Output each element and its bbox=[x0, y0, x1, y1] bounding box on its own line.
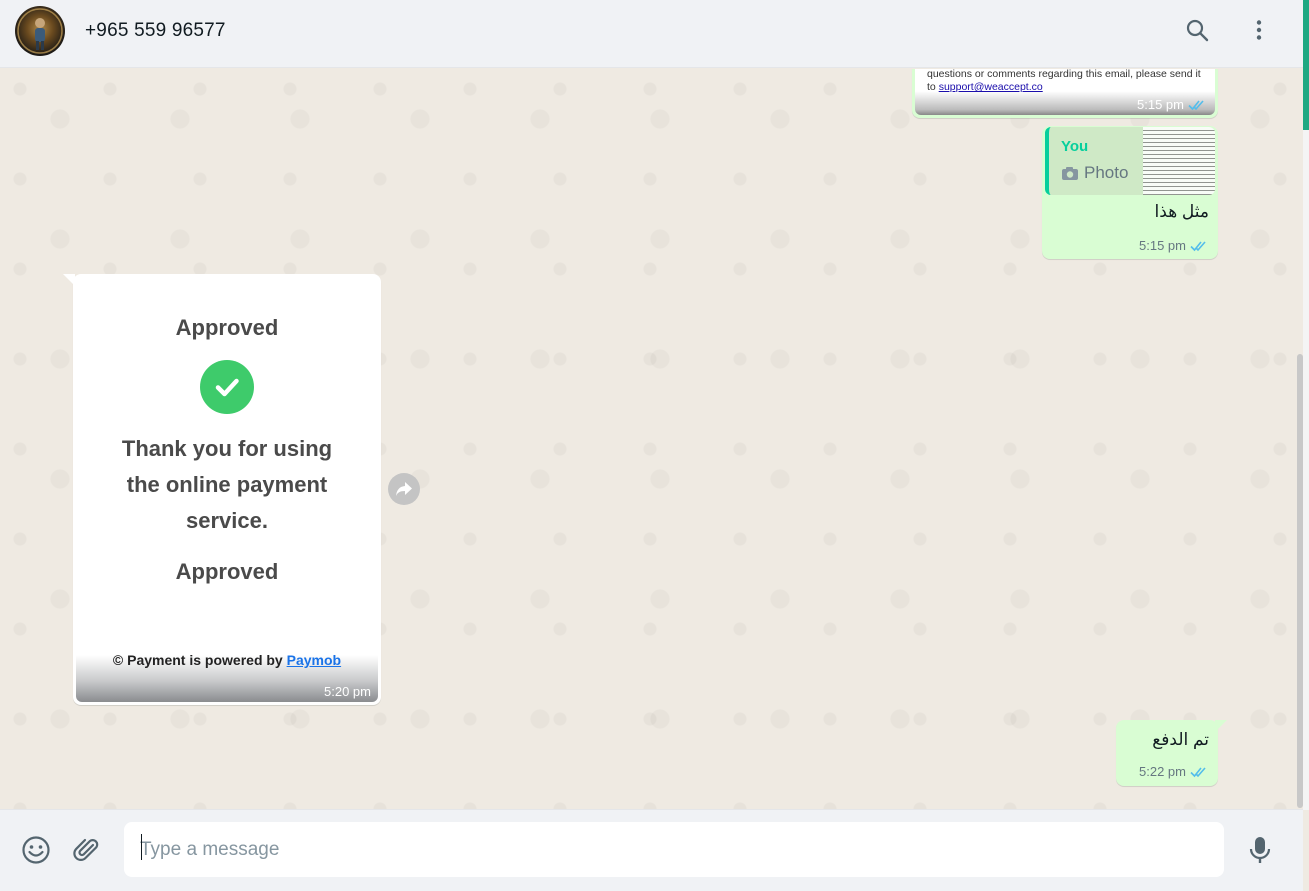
message-meta: 5:22 pm bbox=[1139, 764, 1208, 779]
camera-icon bbox=[1062, 166, 1078, 180]
mic-icon[interactable] bbox=[1243, 833, 1277, 867]
receipt-footer-link: Paymob bbox=[286, 652, 342, 668]
emoji-icon[interactable] bbox=[19, 833, 53, 867]
message-text: مثل هذا bbox=[1154, 202, 1209, 221]
forward-icon[interactable] bbox=[388, 473, 420, 505]
scrollbar-thumb[interactable] bbox=[1297, 354, 1303, 808]
bubble-tail bbox=[63, 274, 75, 286]
attach-icon[interactable] bbox=[70, 833, 104, 867]
text-caret bbox=[141, 834, 142, 860]
message-bubble-outgoing-reply[interactable]: You Photo مثل هذا 5:15 pm bbox=[1042, 126, 1218, 259]
message-time: 5:15 pm bbox=[1139, 238, 1186, 253]
contact-name[interactable]: +965 559 96577 bbox=[85, 20, 226, 42]
check-icon bbox=[200, 360, 254, 414]
scroll-accent bbox=[1303, 0, 1309, 130]
receipt-message: Thank you for using the online payment s… bbox=[121, 436, 333, 533]
scrollbar-track bbox=[1303, 130, 1309, 810]
chat-header: +965 559 96577 bbox=[0, 0, 1303, 68]
quoted-kind-label: Photo bbox=[1084, 163, 1129, 182]
message-composer bbox=[0, 809, 1303, 891]
whatsapp-chat-window: +965 559 96577 questions or comments reg… bbox=[0, 0, 1309, 891]
quoted-photo-thumbnail bbox=[1143, 127, 1215, 195]
message-time: 5:20 pm bbox=[324, 684, 371, 699]
message-meta: 5:15 pm bbox=[1137, 97, 1206, 112]
message-text: تم الدفع bbox=[1152, 730, 1209, 749]
message-time: 5:15 pm bbox=[1137, 97, 1184, 112]
contact-avatar[interactable] bbox=[15, 6, 65, 56]
message-meta: 5:15 pm bbox=[1139, 238, 1208, 253]
message-list[interactable]: questions or comments regarding this ema… bbox=[0, 69, 1297, 809]
message-bubble-outgoing-image[interactable]: questions or comments regarding this ema… bbox=[912, 69, 1218, 118]
image-email-link: support@weaccept.co bbox=[938, 81, 1043, 93]
message-image[interactable]: Approved Thank you for using the online … bbox=[76, 277, 378, 702]
quoted-message[interactable]: You Photo bbox=[1045, 127, 1215, 195]
message-input[interactable] bbox=[124, 822, 1224, 877]
message-bubble-outgoing-text[interactable]: تم الدفع 5:22 pm bbox=[1116, 720, 1227, 786]
bubble-tail bbox=[1215, 720, 1227, 732]
quoted-author: You bbox=[1061, 138, 1089, 155]
message-bubble-incoming-image[interactable]: Approved Thank you for using the online … bbox=[63, 274, 381, 705]
message-time: 5:22 pm bbox=[1139, 764, 1186, 779]
search-icon[interactable] bbox=[1184, 17, 1210, 43]
receipt-footer-prefix: © Payment is powered by bbox=[112, 652, 283, 668]
receipt-title: Approved bbox=[175, 315, 279, 340]
read-ticks-icon bbox=[1190, 240, 1206, 251]
receipt-status: Approved bbox=[175, 559, 279, 584]
read-ticks-icon bbox=[1188, 99, 1204, 110]
menu-icon[interactable] bbox=[1246, 17, 1272, 43]
read-ticks-icon bbox=[1190, 766, 1206, 777]
receipt-footer: © Payment is powered by Paymob bbox=[76, 652, 378, 668]
quoted-kind: Photo bbox=[1061, 163, 1128, 183]
image-email-text: questions or comments regarding this ema… bbox=[927, 69, 1207, 94]
message-meta: 5:20 pm bbox=[324, 684, 371, 699]
